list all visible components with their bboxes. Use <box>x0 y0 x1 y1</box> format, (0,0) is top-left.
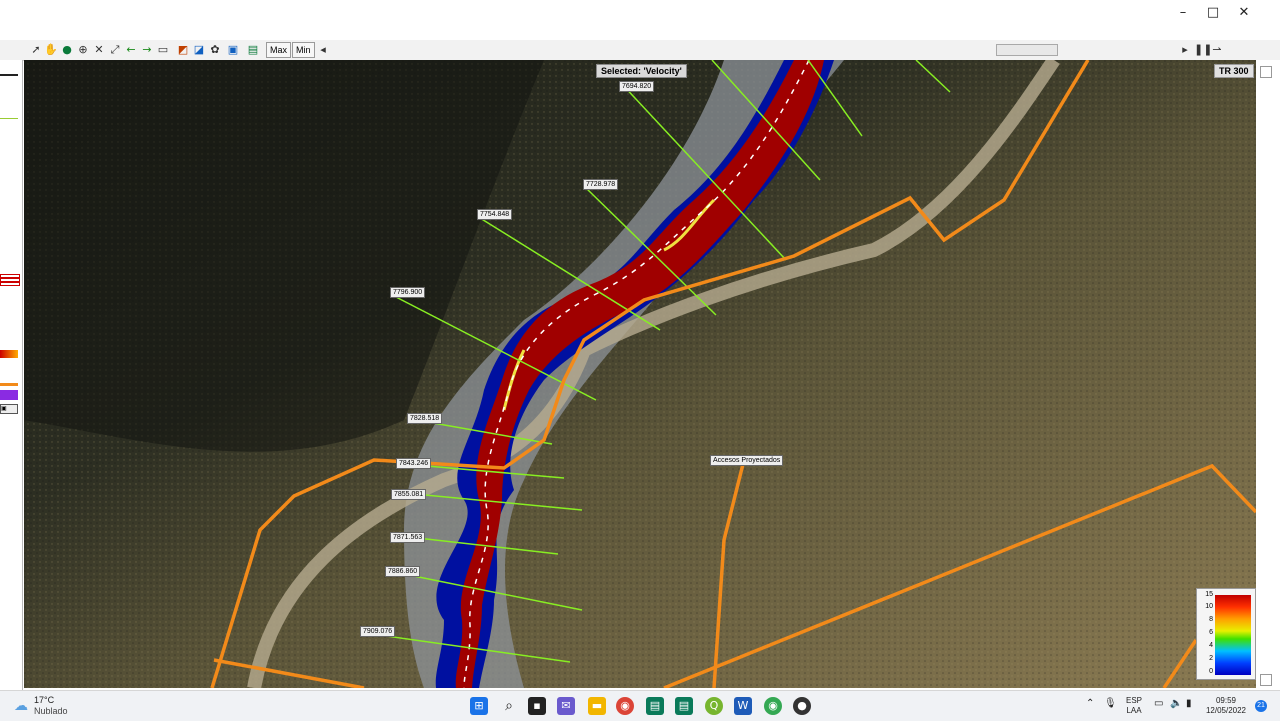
zoom-extent-icon[interactable]: ⤢ <box>108 43 122 57</box>
volume-icon[interactable]: 🔈 <box>1170 699 1182 709</box>
forward-arrow-icon[interactable]: → <box>140 43 154 57</box>
min-button[interactable]: Min <box>292 42 315 58</box>
layer-swatch-roads[interactable] <box>0 383 18 386</box>
zoom-out-icon[interactable]: ✕ <box>92 43 106 57</box>
layer-icon[interactable]: ◪ <box>192 43 206 57</box>
taskbar: ☁ 17°C Nublado ⊞ ⌕ ▪ ✉ ▬ ◉ ▤ ▤ Q W ◉ ● ⌃… <box>0 690 1280 721</box>
right-strip <box>1256 60 1280 688</box>
word-icon[interactable]: W <box>734 697 752 715</box>
recorder-icon[interactable]: ● <box>793 697 811 715</box>
clock-date: 12/05/2022 <box>1205 706 1247 715</box>
minimize-button[interactable]: – <box>1168 3 1198 23</box>
clock[interactable]: 09:59 12/05/2022 <box>1204 696 1248 716</box>
pan-hand-icon[interactable]: ✋ <box>44 43 58 57</box>
weather-description[interactable]: Nublado <box>34 706 68 716</box>
cloud-icon[interactable]: ☁ <box>12 697 30 715</box>
access-road-label: Accesos Proyectados <box>710 455 784 466</box>
step-forward-icon[interactable]: ▸ <box>1178 43 1192 57</box>
globe-icon[interactable]: ● <box>60 43 74 57</box>
settings-icon[interactable]: ✿ <box>208 43 222 57</box>
step-back-icon[interactable]: ◂ <box>316 43 330 57</box>
cross-section-label[interactable]: 7886.860 <box>385 566 421 577</box>
layer-swatch-sections[interactable] <box>0 118 18 119</box>
rasmapper-icon[interactable]: ▤ <box>675 697 693 715</box>
legend-tick: 6 <box>1209 629 1213 636</box>
layers-panel: ▣ <box>0 60 23 690</box>
clock-time: 09:59 <box>1215 696 1237 705</box>
legend-tick: 8 <box>1209 616 1213 623</box>
selected-layer-label: Selected: 'Velocity' <box>596 64 687 78</box>
map-canvas <box>24 60 1256 688</box>
time-slider[interactable] <box>996 44 1058 56</box>
cross-section-label[interactable]: 7728.978 <box>583 179 619 190</box>
profile-icon[interactable]: ◩ <box>176 43 190 57</box>
qgis-icon[interactable]: Q <box>705 697 723 715</box>
title-bar: – □ ✕ <box>0 0 1280 26</box>
cross-section-label[interactable]: 7871.563 <box>390 532 426 543</box>
cross-section-label[interactable]: 7909.076 <box>360 626 396 637</box>
export-icon[interactable]: ▤ <box>246 43 260 57</box>
cross-section-label[interactable]: 7694.820 <box>619 81 655 92</box>
keyboard-layout: LAA <box>1126 706 1142 715</box>
weather-temperature[interactable]: 17°C <box>34 695 54 705</box>
chat-icon[interactable]: ✉ <box>557 697 575 715</box>
cross-section-label[interactable]: 7828.518 <box>407 413 443 424</box>
legend-tick: 4 <box>1209 642 1213 649</box>
zoom-in-icon[interactable]: ⊕ <box>76 43 90 57</box>
task-view-icon[interactable]: ▪ <box>528 697 546 715</box>
panel-divider <box>0 74 18 76</box>
cross-section-label[interactable]: 7796.900 <box>390 287 426 298</box>
legend-tick: 0 <box>1209 668 1213 675</box>
browser-icon[interactable]: ◉ <box>764 697 782 715</box>
notification-badge[interactable]: 21 <box>1255 700 1267 712</box>
legend-tick: 15 <box>1205 591 1213 598</box>
close-button[interactable]: ✕ <box>1229 3 1259 23</box>
map-toolbar: ➚ ✋ ● ⊕ ✕ ⤢ ← → ▭ ◩ ◪ ✿ ▣ ▤ Max Min ◂ ▸ … <box>0 40 1280 61</box>
start-icon[interactable]: ⊞ <box>470 697 488 715</box>
microphone-icon[interactable]: 🎙 <box>1104 699 1117 709</box>
layer-swatch-velocity[interactable] <box>0 350 18 358</box>
chrome-icon[interactable]: ◉ <box>616 697 634 715</box>
restore-icon[interactable] <box>1260 674 1272 686</box>
map-view[interactable] <box>24 60 1256 688</box>
back-arrow-icon[interactable]: ← <box>124 43 138 57</box>
monitor-icon[interactable]: ▭ <box>1154 699 1163 709</box>
search-icon[interactable]: ⌕ <box>500 697 518 715</box>
language-indicator[interactable]: ESP LAA <box>1126 696 1142 716</box>
layer-image-icon[interactable]: ▣ <box>0 404 18 414</box>
measure-icon[interactable]: ▭ <box>156 43 170 57</box>
layer-swatch-results[interactable] <box>0 274 20 286</box>
layer-swatch-terrain[interactable] <box>0 390 18 400</box>
hecras-icon[interactable]: ▤ <box>646 697 664 715</box>
cross-section-label[interactable]: 7843.246 <box>396 458 432 469</box>
pause-icon[interactable]: ❚❚ <box>1194 43 1212 57</box>
battery-icon[interactable]: ▮ <box>1186 699 1192 709</box>
language-code: ESP <box>1126 696 1143 705</box>
chevron-up-icon[interactable]: ⌃ <box>1086 699 1094 709</box>
legend-tick: 10 <box>1205 603 1213 610</box>
restore-icon[interactable] <box>1260 66 1272 78</box>
pointer-icon[interactable]: ➚ <box>29 43 43 57</box>
max-button[interactable]: Max <box>266 42 292 58</box>
plot-icon[interactable]: ▣ <box>226 43 240 57</box>
folder-icon[interactable]: ▬ <box>588 697 606 715</box>
maximize-button[interactable]: □ <box>1198 3 1228 23</box>
profile-label: TR 300 <box>1214 64 1254 78</box>
legend-tick: 2 <box>1209 655 1213 662</box>
cross-section-label[interactable]: 7855.081 <box>391 489 427 500</box>
legend-color-bar <box>1215 595 1251 675</box>
velocity-legend: 15 10 8 6 4 2 0 <box>1196 588 1256 680</box>
animate-icon[interactable]: ⇀ <box>1210 43 1224 57</box>
cross-section-label[interactable]: 7754.848 <box>477 209 513 220</box>
